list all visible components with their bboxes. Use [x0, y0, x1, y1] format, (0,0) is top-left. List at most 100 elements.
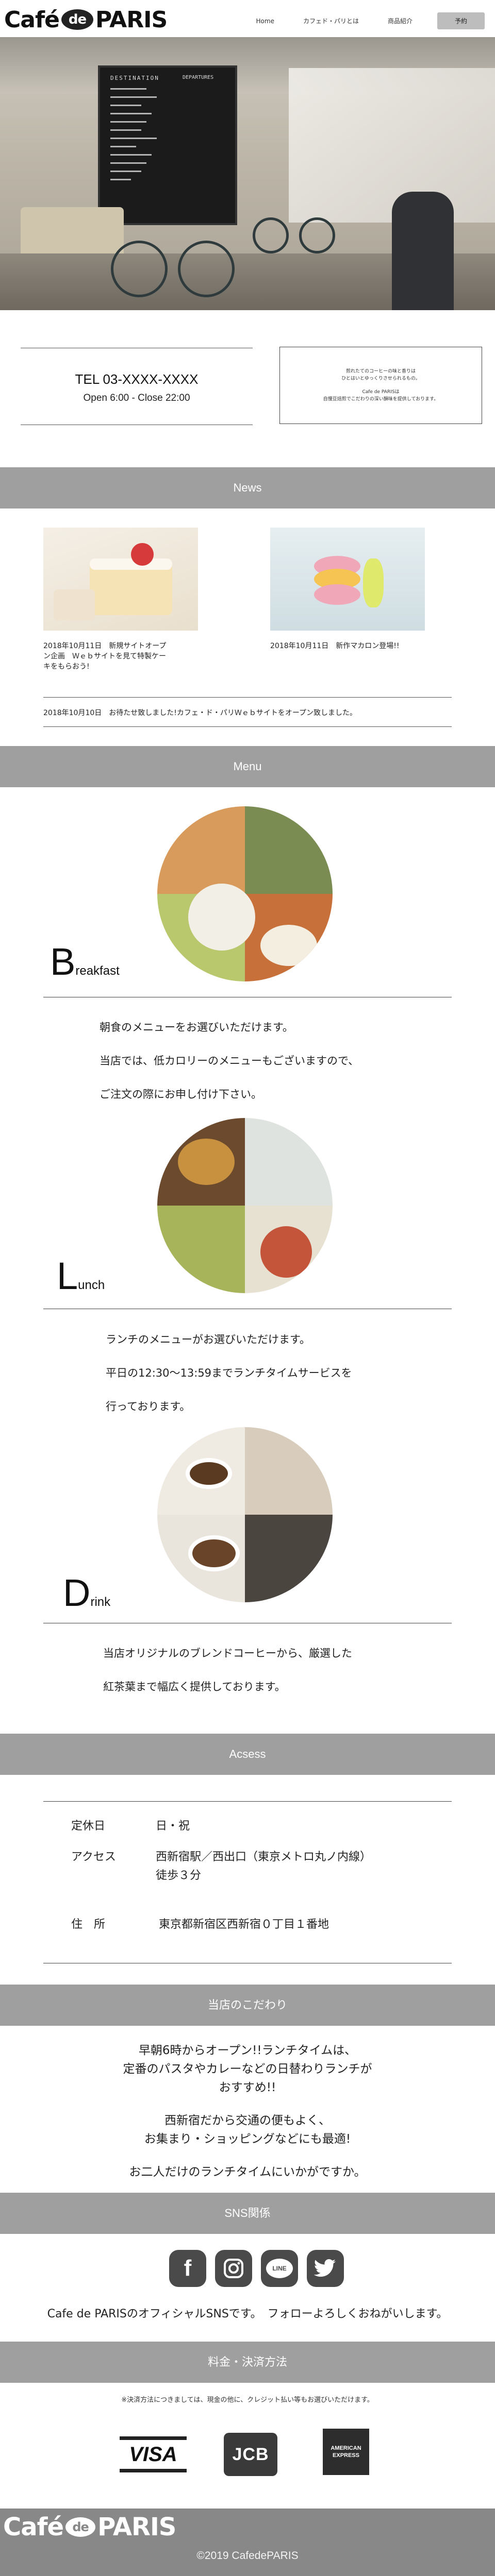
- contact-block: TEL 03-XXXX-XXXX Open 6:00 - Close 22:00: [21, 348, 253, 425]
- board-line: [110, 154, 152, 156]
- logo-cafe-text: Café: [3, 2513, 64, 2541]
- page: Café de PARIS Home カフェド・パリとは 商品紹介 予約 DES…: [0, 0, 495, 2576]
- instagram-glyph: [224, 2259, 243, 2278]
- commitment-line: おすすめ!!: [219, 2081, 276, 2094]
- news-ticker[interactable]: 2018年10月10日 お待たせ致しました!カフェ・ド・パリＷｅｂサイトをオープ…: [43, 707, 452, 718]
- visa-text: VISA: [129, 2443, 177, 2466]
- drink-tile: [245, 1427, 333, 1515]
- logo-paris-text: PARIS: [95, 6, 168, 33]
- nav-home-link[interactable]: Home: [256, 18, 274, 25]
- jcb-logo: JCB: [224, 2433, 277, 2476]
- menu-title-rest: unch: [78, 1278, 105, 1292]
- logo-paris-text: PARIS: [97, 2513, 176, 2541]
- board-subtitle: DEPARTURES: [183, 75, 214, 80]
- drink-tile: [245, 1515, 333, 1602]
- board-line: [110, 138, 157, 139]
- drink-image: [157, 1427, 333, 1602]
- plate: [188, 884, 255, 951]
- menu-title-initial: D: [63, 1571, 91, 1614]
- food-tile: [245, 1118, 333, 1206]
- access-address-value[interactable]: 東京都新宿区西新宿０丁目１番地: [159, 1916, 329, 1934]
- lunch-image: [157, 1118, 333, 1293]
- news-macaron-image[interactable]: [270, 528, 425, 631]
- site-footer: Café de PARIS ©2019 CafedePARIS: [0, 2509, 495, 2576]
- food-tile: [245, 806, 333, 894]
- amex-text: AMERICAN EXPRESS: [331, 2445, 361, 2459]
- twitter-icon[interactable]: [307, 2250, 344, 2287]
- access-holiday-value: 日・祝: [156, 1820, 190, 1833]
- menu-title-initial: B: [50, 940, 76, 983]
- commitment-line: 西新宿だから交通の便もよく、: [164, 2114, 331, 2127]
- board-line: [110, 171, 141, 172]
- intro-text: Cafe de PARISは: [362, 389, 400, 395]
- section-header-access: Acsess: [0, 1734, 495, 1775]
- intro-text: ひとはいとゆっくりさせられるもの。: [341, 376, 420, 381]
- coffee-cup: [186, 1458, 232, 1489]
- footer-logo[interactable]: Café de PARIS: [3, 2513, 176, 2541]
- menu-title-initial: L: [57, 1255, 78, 1297]
- jcb-text: JCB: [232, 2444, 269, 2464]
- payment-note: ※決済方法につきましては、現金の他に、クレジット払い等もお選びいただけます。: [121, 2396, 374, 2404]
- hero-window: [289, 68, 495, 223]
- nav-products-link[interactable]: 商品紹介: [388, 16, 412, 25]
- line-icon[interactable]: LINE: [261, 2250, 298, 2287]
- bicycle-wheel: [111, 241, 168, 297]
- commitment-line: 早朝6時からオープン!!ランチタイムは、: [138, 2044, 357, 2057]
- twitter-glyph: [314, 2259, 336, 2277]
- news-item-1[interactable]: 2018年10月11日 新規サイトオープ ン企画 Ｗｅｂサイトを見て特製ケー キ…: [43, 641, 198, 672]
- news-cake-image[interactable]: [43, 528, 198, 631]
- intro-text: 煎れたてのコーヒーの味と香りは: [345, 369, 416, 374]
- site-logo[interactable]: Café de PARIS: [4, 5, 168, 34]
- visa-logo: VISA: [120, 2434, 187, 2475]
- menu-text-line: 当店では、低カロリーのメニューもございますので、: [100, 1055, 359, 1067]
- bicycle-wheel: [178, 241, 235, 297]
- line-glyph: LINE: [266, 2259, 293, 2278]
- news-item-text: 2018年10月11日 新規サイトオープ: [43, 642, 167, 650]
- cake-slice: [54, 589, 95, 620]
- menu-title-lunch: Lunch: [57, 1257, 105, 1295]
- access-route-label: アクセス: [71, 1851, 116, 1863]
- macaron: [314, 584, 360, 605]
- section-header-news: News: [0, 467, 495, 509]
- board-title: DESTINATION: [110, 75, 159, 81]
- news-item-2[interactable]: 2018年10月11日 新作マカロン登場!!: [270, 641, 446, 651]
- sns-description: Cafe de PARISのオフィシャルSNSです。 フォローよろしくおねがいし…: [47, 2308, 448, 2320]
- bicycle-wheel: [299, 217, 335, 253]
- plate: [260, 1226, 312, 1278]
- phone-number[interactable]: TEL 03-XXXX-XXXX: [21, 371, 253, 387]
- facebook-icon[interactable]: f: [169, 2250, 206, 2287]
- news-divider: [43, 697, 452, 698]
- access-route-line: 徒歩３分: [156, 1869, 202, 1882]
- macaron: [363, 558, 384, 607]
- menu-text-line: ご注文の際にお申し付け下さい。: [100, 1088, 262, 1100]
- board-line: [110, 105, 141, 106]
- section-header-menu: Menu: [0, 746, 495, 787]
- instagram-icon[interactable]: [215, 2250, 252, 2287]
- coffee-cup: [188, 1535, 240, 1571]
- breakfast-image: [157, 806, 333, 981]
- burger: [178, 1139, 235, 1185]
- board-line: [110, 129, 141, 131]
- logo-de-badge: de: [61, 9, 93, 30]
- lunch-description: ランチのメニューがお選びいただけます。 平日の12:30〜13:59までランチタ…: [106, 1323, 352, 1423]
- news-divider: [43, 726, 452, 727]
- section-header-commitment: 当店のこだわり: [0, 1985, 495, 2026]
- commitment-line: お集まり・ショッピングなどにも最適!: [144, 2132, 351, 2146]
- board-line: [110, 88, 146, 90]
- plate: [260, 925, 317, 966]
- nav-about-link[interactable]: カフェド・パリとは: [303, 16, 359, 25]
- menu-text-line: 紅茶葉まで幅広く提供しております。: [103, 1681, 286, 1693]
- food-tile: [157, 1206, 245, 1293]
- menu-text-line: 行っております。: [106, 1400, 191, 1413]
- reserve-button[interactable]: 予約: [437, 12, 485, 29]
- hero-departure-board: DESTINATION DEPARTURES: [98, 65, 237, 225]
- menu-title-rest: rink: [90, 1595, 111, 1609]
- access-holiday-label: 定休日: [71, 1820, 106, 1833]
- board-line: [110, 179, 131, 180]
- intro-box: 煎れたてのコーヒーの味と香りは ひとはいとゆっくりさせられるもの。 Cafe d…: [279, 347, 482, 424]
- menu-text-line: 平日の12:30〜13:59までランチタイムサービスを: [106, 1367, 352, 1379]
- access-divider: [43, 1801, 452, 1802]
- sns-icons: f LINE: [169, 2250, 353, 2287]
- board-line: [110, 162, 146, 164]
- menu-text-line: ランチのメニューがお選びいただけます。: [106, 1333, 310, 1346]
